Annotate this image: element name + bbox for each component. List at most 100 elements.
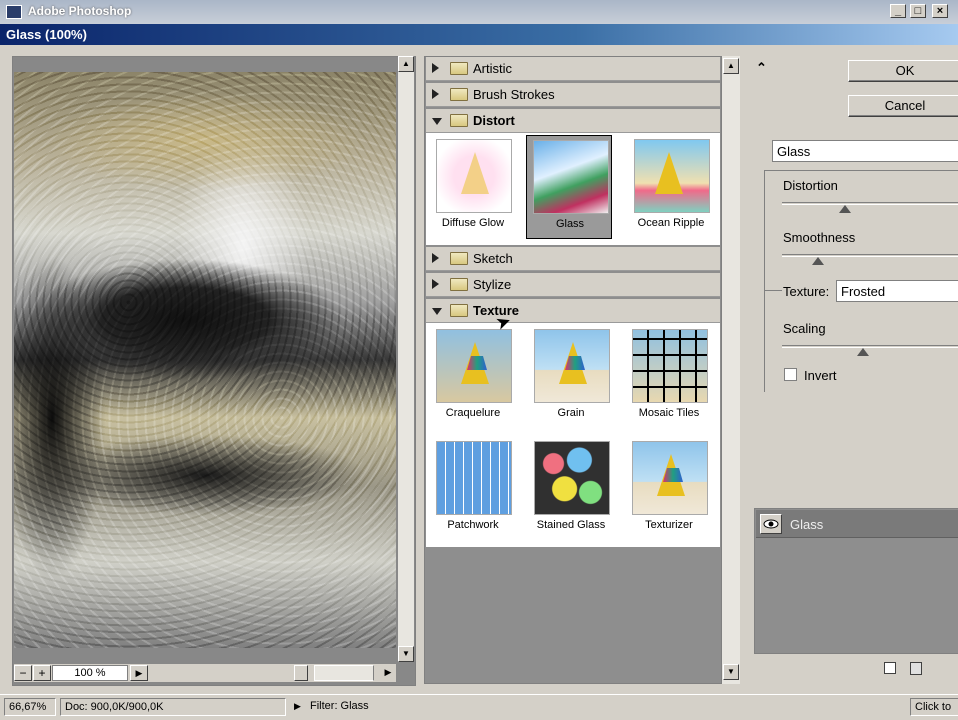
filter-caption: Stained Glass: [536, 519, 606, 531]
thumbnail-image: [533, 140, 609, 214]
category-brush-strokes[interactable]: Brush Strokes: [426, 83, 720, 107]
expand-arrow-icon[interactable]: [432, 63, 439, 73]
folder-icon: [450, 62, 468, 75]
folder-open-icon: [450, 304, 468, 317]
status-zoom: 66,67%: [4, 698, 56, 716]
zoom-field[interactable]: 100 %: [52, 665, 128, 681]
cancel-button[interactable]: Cancel: [848, 95, 958, 117]
zoom-in-button[interactable]: +: [33, 665, 51, 681]
thumbnail-image: [632, 441, 708, 515]
ok-button[interactable]: OK: [848, 60, 958, 82]
scroll-right-icon[interactable]: ▶: [380, 665, 396, 681]
eye-icon[interactable]: [760, 514, 782, 534]
minimize-button[interactable]: _: [890, 4, 906, 18]
distortion-slider-track[interactable]: [782, 202, 958, 205]
category-label: Brush Strokes: [473, 87, 555, 102]
filter-diffuse-glow[interactable]: Diffuse Glow: [430, 135, 516, 239]
delete-effect-layer-icon[interactable]: [910, 662, 922, 675]
distortion-slider-thumb[interactable]: [839, 205, 851, 213]
filter-caption: Glass: [555, 218, 585, 230]
filter-craquelure[interactable]: Craquelure: [430, 325, 516, 429]
folder-icon: [450, 88, 468, 101]
status-bar: 66,67% Doc: 900,0K/900,0K ▶ Filter: Glas…: [0, 694, 958, 720]
status-hint: Click to: [910, 698, 958, 716]
category-label: Artistic: [473, 61, 512, 76]
distortion-label: Distortion: [783, 178, 838, 193]
filter-caption: Diffuse Glow: [441, 217, 505, 229]
thumbnail-image: [534, 329, 610, 403]
category-label: Distort: [473, 113, 515, 128]
folder-icon: [450, 252, 468, 265]
filter-caption: Mosaic Tiles: [638, 407, 700, 419]
effect-layer-row[interactable]: Glass: [756, 510, 958, 538]
thumbnail-image: [436, 441, 512, 515]
category-sketch[interactable]: Sketch: [426, 247, 720, 271]
dialog-title: Glass (100%): [6, 27, 87, 42]
texture-label: Texture:: [783, 284, 830, 299]
expand-arrow-icon[interactable]: [432, 279, 439, 289]
status-doc-size: Doc: 900,0K/900,0K: [60, 698, 286, 716]
scroll-thumb[interactable]: [314, 665, 374, 681]
thumbnail-image: [534, 441, 610, 515]
texture-thumbnails: Craquelure Grain Mosaic Tiles Patchwork …: [426, 323, 720, 547]
scroll-down-icon[interactable]: ▼: [398, 646, 414, 662]
app-title: Adobe Photoshop: [28, 4, 132, 18]
status-filter: Filter: Glass: [310, 700, 369, 712]
filter-stained-glass[interactable]: Stained Glass: [528, 437, 614, 541]
zoom-out-button[interactable]: −: [14, 665, 32, 681]
scaling-slider-track[interactable]: [782, 345, 958, 348]
collapse-arrow-icon[interactable]: [432, 308, 442, 315]
filter-ocean-ripple[interactable]: Ocean Ripple: [628, 135, 714, 239]
smoothness-slider-track[interactable]: [782, 254, 958, 257]
thumbnail-image: [436, 329, 512, 403]
filter-glass[interactable]: Glass: [526, 135, 612, 239]
filter-grain[interactable]: Grain: [528, 325, 614, 429]
preview-vertical-scrollbar[interactable]: ▲ ▼: [398, 56, 414, 662]
category-distort[interactable]: Distort: [426, 109, 720, 133]
filter-texturizer[interactable]: Texturizer: [626, 437, 712, 541]
filter-caption: Patchwork: [447, 519, 499, 531]
invert-label: Invert: [804, 368, 837, 383]
new-effect-layer-icon[interactable]: [884, 662, 896, 674]
filter-caption: Grain: [557, 407, 585, 419]
filter-caption: Ocean Ripple: [637, 217, 705, 229]
gallery-vertical-scrollbar[interactable]: ▲ ▼: [722, 56, 740, 684]
scaling-label: Scaling: [783, 321, 826, 336]
scroll-down-icon[interactable]: ▼: [723, 664, 739, 680]
texture-select[interactable]: Frosted: [836, 280, 958, 302]
scroll-left-icon[interactable]: [294, 665, 308, 681]
effect-layer-name: Glass: [790, 517, 824, 532]
texture-group-divider: [764, 290, 782, 291]
status-menu-arrow-icon[interactable]: ▶: [294, 701, 301, 712]
collapse-arrow-icon[interactable]: [432, 118, 442, 125]
filter-mosaic-tiles[interactable]: Mosaic Tiles: [626, 325, 712, 429]
filter-patchwork[interactable]: Patchwork: [430, 437, 516, 541]
filter-caption: Craquelure: [445, 407, 501, 419]
smoothness-slider-thumb[interactable]: [812, 257, 824, 265]
collapse-gallery-icon[interactable]: ⌃: [756, 60, 772, 76]
photoshop-app: Adobe Photoshop _ □ × Glass (100%) ▲ ▼ ▶…: [0, 0, 958, 720]
filter-select[interactable]: Glass: [772, 140, 958, 162]
thumbnail-image: [632, 329, 708, 403]
dialog-titlebar: Glass (100%): [0, 24, 958, 45]
zoom-menu-arrow-icon[interactable]: ▶: [130, 665, 148, 681]
category-stylize[interactable]: Stylize: [426, 273, 720, 297]
category-artistic[interactable]: Artistic: [426, 57, 720, 81]
category-texture[interactable]: Texture: [426, 299, 720, 323]
category-label: Sketch: [473, 251, 513, 266]
close-button[interactable]: ×: [932, 4, 948, 18]
distort-thumbnails: Diffuse Glow Glass Ocean Ripple: [426, 133, 720, 245]
scroll-up-icon[interactable]: ▲: [398, 56, 414, 72]
maximize-button[interactable]: □: [910, 4, 926, 18]
invert-checkbox[interactable]: [784, 368, 797, 381]
expand-arrow-icon[interactable]: [432, 89, 439, 99]
thumbnail-image: [436, 139, 512, 213]
scroll-up-icon[interactable]: ▲: [723, 58, 739, 74]
filter-caption: Texturizer: [645, 519, 693, 531]
preview-image[interactable]: [14, 72, 396, 648]
scaling-slider-thumb[interactable]: [857, 348, 869, 356]
category-label: Stylize: [473, 277, 512, 292]
folder-open-icon: [450, 114, 468, 127]
smoothness-label: Smoothness: [783, 230, 856, 245]
expand-arrow-icon[interactable]: [432, 253, 439, 263]
